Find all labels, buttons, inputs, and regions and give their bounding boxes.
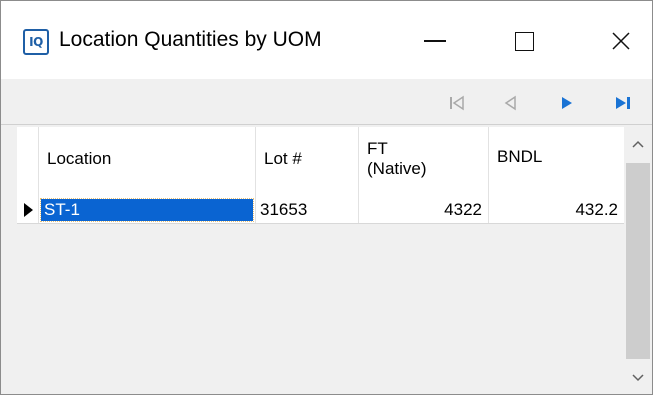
close-button[interactable] [591,15,651,67]
column-header-lot[interactable]: Lot # [256,127,359,197]
last-record-button[interactable] [608,88,638,118]
column-header-main: FT [367,139,388,158]
next-record-icon [562,97,572,109]
row-indicator[interactable] [17,197,39,223]
app-icon: IQ [23,29,49,55]
minimize-button[interactable] [405,15,465,67]
row-indicator-header [17,127,39,197]
next-record-button[interactable] [552,88,582,118]
column-header-location[interactable]: Location [39,127,256,197]
previous-record-button[interactable] [495,88,525,118]
selected-cell-highlight: ST-1 [40,198,254,222]
column-header-label: BNDL [497,147,543,166]
column-header-label: FT (Native) [367,139,427,179]
vertical-scrollbar[interactable] [624,127,652,394]
chevron-down-icon [632,374,644,382]
scrollbar-thumb[interactable] [626,163,650,359]
last-record-icon [616,97,630,109]
first-record-button[interactable] [442,88,472,118]
minimize-icon [424,40,446,42]
scroll-down-button[interactable] [624,361,652,394]
column-header-sub: (Native) [367,159,427,178]
window-title: Location Quantities by UOM [59,28,322,51]
scroll-up-button[interactable] [624,127,652,161]
first-record-icon [450,95,464,111]
cell-lot[interactable]: 31653 [256,197,359,223]
title-bar[interactable]: IQ Location Quantities by UOM [1,1,652,79]
maximize-button[interactable] [494,15,554,67]
close-icon [612,32,630,50]
previous-record-icon [504,95,516,111]
current-row-arrow-icon [24,203,33,217]
column-header-label: Location [47,149,112,168]
column-header-ft[interactable]: FT (Native) [359,127,489,197]
quantities-grid[interactable]: Location Lot # FT (Native) BNDL ST-1 316… [17,127,652,394]
cell-ft[interactable]: 4322 [359,197,489,223]
maximize-icon [514,31,534,51]
cell-location[interactable]: ST-1 [39,197,256,223]
table-row[interactable]: ST-1 31653 4322 432.2 [17,197,624,224]
cell-bndl[interactable]: 432.2 [489,197,624,223]
location-quantities-window: IQ Location Quantities by UOM Location L… [0,0,653,395]
record-navigation-toolbar [1,80,652,125]
column-header-label: Lot # [264,149,302,168]
column-header-bndl[interactable]: BNDL [489,127,624,197]
chevron-up-icon [632,140,644,148]
grid-header: Location Lot # FT (Native) BNDL [17,127,624,197]
